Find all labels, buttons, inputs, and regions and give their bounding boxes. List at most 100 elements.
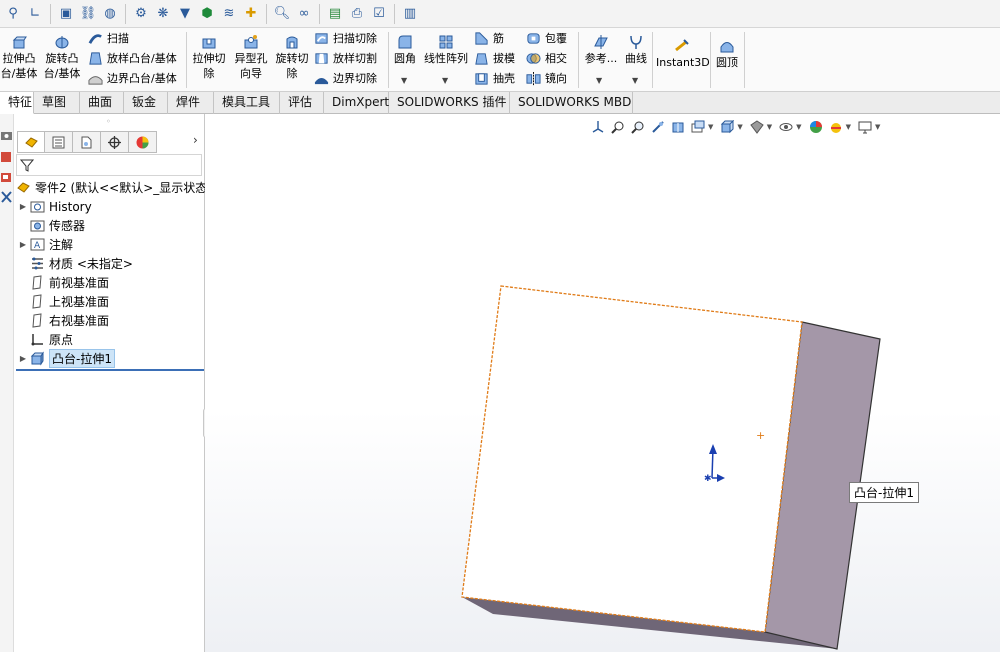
- loft-cut-button[interactable]: 放样切割: [314, 49, 377, 67]
- extrude-boss-button[interactable]: 拉伸凸 台/基体: [0, 34, 38, 81]
- property-manager-tab[interactable]: [45, 131, 73, 153]
- tools-icon[interactable]: [0, 190, 13, 204]
- revolve-cut-icon: [286, 36, 298, 49]
- globe-icon[interactable]: ◍: [100, 4, 120, 24]
- reference-geometry-label: 参考...: [584, 52, 618, 65]
- tab-0[interactable]: 特征: [0, 92, 34, 114]
- shield-icon[interactable]: ⬢: [197, 4, 217, 24]
- tab-6[interactable]: 评估: [280, 92, 324, 114]
- reference-geometry-button[interactable]: 参考...: [583, 34, 619, 66]
- instant3d-label: Instant3D: [656, 56, 710, 69]
- boundary-cut-label: 边界切除: [333, 72, 377, 85]
- draft-icon: [475, 52, 488, 65]
- linear-pattern-button[interactable]: 线性阵列: [422, 34, 470, 66]
- tree-item-front-plane[interactable]: 前视基准面: [16, 273, 109, 292]
- rib-button[interactable]: 筋: [474, 29, 504, 47]
- feature-tree-icon: [24, 136, 38, 148]
- sweep-button[interactable]: 扫描: [88, 29, 129, 47]
- tree-item-history[interactable]: ▶ History: [16, 197, 92, 216]
- instant3d-button[interactable]: Instant3D: [656, 38, 710, 70]
- plug-icon[interactable]: ✚: [241, 4, 261, 24]
- tree-item-right-plane[interactable]: 右视基准面: [16, 311, 109, 330]
- cog-part-icon[interactable]: ❋: [153, 4, 173, 24]
- save-sheet-icon[interactable]: ▤: [325, 4, 345, 24]
- intersect-button[interactable]: 相交: [526, 49, 567, 67]
- boundary-boss-button[interactable]: 边界凸台/基体: [88, 69, 177, 87]
- boundary-label: 边界凸台/基体: [107, 72, 177, 85]
- monitor-icon[interactable]: ▣: [56, 4, 76, 24]
- tab-2[interactable]: 曲面: [80, 92, 124, 114]
- fillet-label: 圆角: [394, 52, 416, 65]
- panel-grip-icon[interactable]: ◦: [106, 117, 111, 126]
- tree-item-boss-extrude1[interactable]: ▶ 凸台-拉伸1: [16, 349, 115, 368]
- coordinate-icon[interactable]: ∟: [25, 4, 45, 24]
- filter-icon[interactable]: [20, 158, 34, 172]
- tab-1[interactable]: 草图: [34, 92, 80, 114]
- cut-list-icon[interactable]: [0, 150, 13, 164]
- wave-icon[interactable]: ≋: [219, 4, 239, 24]
- curves-button[interactable]: 曲线: [622, 34, 650, 66]
- boundary-cut-button[interactable]: 边界切除: [314, 69, 377, 87]
- network-icon[interactable]: ⛓: [78, 4, 98, 24]
- report-icon[interactable]: ▥: [400, 4, 420, 24]
- reference-dropdown-caret[interactable]: ▼: [596, 76, 602, 85]
- expand-arrow-icon[interactable]: ▶: [16, 354, 30, 363]
- curves-dropdown-caret[interactable]: ▼: [632, 76, 638, 85]
- tab-8[interactable]: SOLIDWORKS 插件: [389, 92, 510, 114]
- pattern-dropdown-caret[interactable]: ▼: [442, 76, 448, 85]
- shell-icon: [475, 72, 488, 85]
- tree-item-material[interactable]: 材质 <未指定>: [16, 254, 133, 273]
- print-icon[interactable]: ⎙: [347, 4, 367, 24]
- tree-item-annotations[interactable]: ▶ A 注解: [16, 235, 73, 254]
- tree-item-origin[interactable]: 原点: [16, 330, 73, 349]
- tab-3[interactable]: 钣金: [124, 92, 168, 114]
- box-front-face[interactable]: [462, 286, 802, 632]
- model-canvas[interactable]: ✱ +: [205, 114, 1000, 652]
- tab-5[interactable]: 模具工具: [214, 92, 280, 114]
- dimxpert-manager-tab[interactable]: [101, 131, 129, 153]
- pin-icon[interactable]: ⚲: [3, 4, 23, 24]
- magnifier-icon[interactable]: 🔍︎: [272, 4, 292, 24]
- display-manager-tab[interactable]: [129, 131, 157, 153]
- camera-icon[interactable]: [0, 128, 13, 142]
- shell-button[interactable]: 抽壳: [474, 69, 515, 87]
- left-task-strip: [0, 114, 14, 652]
- fillet-dropdown-caret[interactable]: ▼: [401, 76, 407, 85]
- tree-item-sensors[interactable]: 传感器: [16, 216, 85, 235]
- tree-item-label: 传感器: [49, 219, 86, 233]
- tree-filter-row[interactable]: [16, 154, 202, 176]
- tab-4[interactable]: 焊件: [168, 92, 214, 114]
- fillet-button[interactable]: 圆角: [392, 34, 418, 66]
- funnel-icon[interactable]: ▼: [175, 4, 195, 24]
- tree-item-top-plane[interactable]: 上视基准面: [16, 292, 109, 311]
- tab-9[interactable]: SOLIDWORKS MBD: [510, 92, 633, 114]
- sweep-cut-button[interactable]: 扫描切除: [314, 29, 377, 47]
- panel-expand-arrow[interactable]: ›: [193, 133, 198, 147]
- tree-rollback-bar[interactable]: [16, 369, 204, 371]
- graphics-viewport[interactable]: ▼ ▼ ▼ ▼ ▼ ▼ ✱ + 凸台-拉伸1: [205, 114, 1000, 652]
- expand-arrow-icon[interactable]: ▶: [16, 202, 30, 211]
- wrap-label: 包覆: [545, 32, 567, 45]
- configuration-manager-tab[interactable]: [73, 131, 101, 153]
- mirror-icon: [526, 71, 541, 85]
- hole-wizard-button[interactable]: 异型孔 向导: [231, 34, 271, 81]
- expand-arrow-icon[interactable]: ▶: [16, 240, 30, 249]
- dome-button[interactable]: 圆顶: [713, 38, 741, 70]
- binoculars-icon[interactable]: ∞: [294, 4, 314, 24]
- extrude-boss-label: 拉伸凸 台/基体: [0, 52, 38, 80]
- draft-button[interactable]: 拔模: [474, 49, 515, 67]
- mirror-button[interactable]: 镜向: [526, 69, 567, 87]
- feature-tree-tab[interactable]: [17, 131, 45, 153]
- extrude-cut-button[interactable]: 拉伸切 除: [190, 34, 228, 81]
- tree-root-part[interactable]: 零件2 (默认<<默认>_显示状态: [16, 178, 207, 197]
- revolve-boss-button[interactable]: 旋转凸 台/基体: [42, 34, 82, 81]
- loft-button[interactable]: 放样凸台/基体: [88, 49, 177, 67]
- tree-item-label: 凸台-拉伸1: [49, 349, 115, 368]
- check-sheet-icon[interactable]: ☑: [369, 4, 389, 24]
- wrap-button[interactable]: 包覆: [526, 29, 567, 47]
- gear-icon[interactable]: ⚙: [131, 4, 151, 24]
- tab-7[interactable]: DimXpert: [324, 92, 389, 114]
- revolve-cut-label: 旋转切 除: [275, 52, 309, 80]
- part-icon[interactable]: [0, 170, 13, 184]
- revolve-cut-button[interactable]: 旋转切 除: [273, 34, 311, 81]
